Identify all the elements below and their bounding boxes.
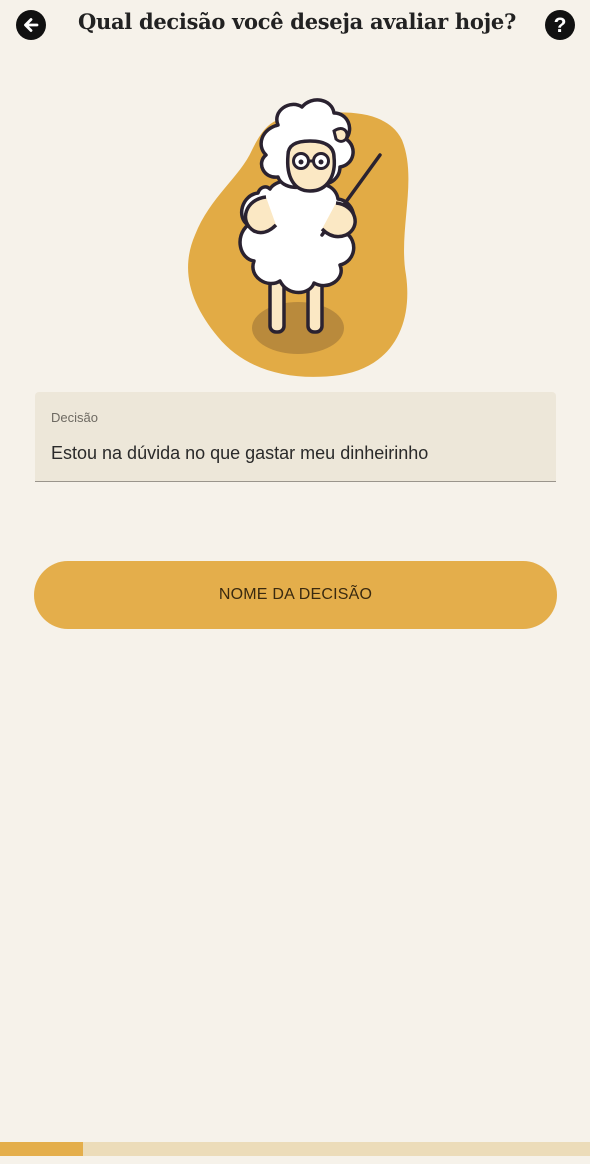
question-mark-icon: ? <box>553 13 567 37</box>
progress-bar-fill <box>0 1142 83 1156</box>
page-title: Qual decisão você deseja avaliar hoje? <box>78 9 516 34</box>
progress-bar <box>0 1142 590 1156</box>
decision-name-button[interactable]: NOME DA DECISÃO <box>34 561 557 629</box>
decision-field-label: Decisão <box>51 410 98 425</box>
arrow-left-icon <box>24 18 39 32</box>
decision-field[interactable]: Decisão Estou na dúvida no que gastar me… <box>35 392 556 482</box>
decision-field-value[interactable]: Estou na dúvida no que gastar meu dinhei… <box>51 443 428 464</box>
back-button[interactable] <box>16 10 46 40</box>
sheep-illustration <box>188 98 409 377</box>
app-header: Qual decisão você deseja avaliar hoje? ? <box>0 0 590 50</box>
help-button[interactable]: ? <box>545 10 575 40</box>
decision-name-button-label: NOME DA DECISÃO <box>218 586 373 603</box>
